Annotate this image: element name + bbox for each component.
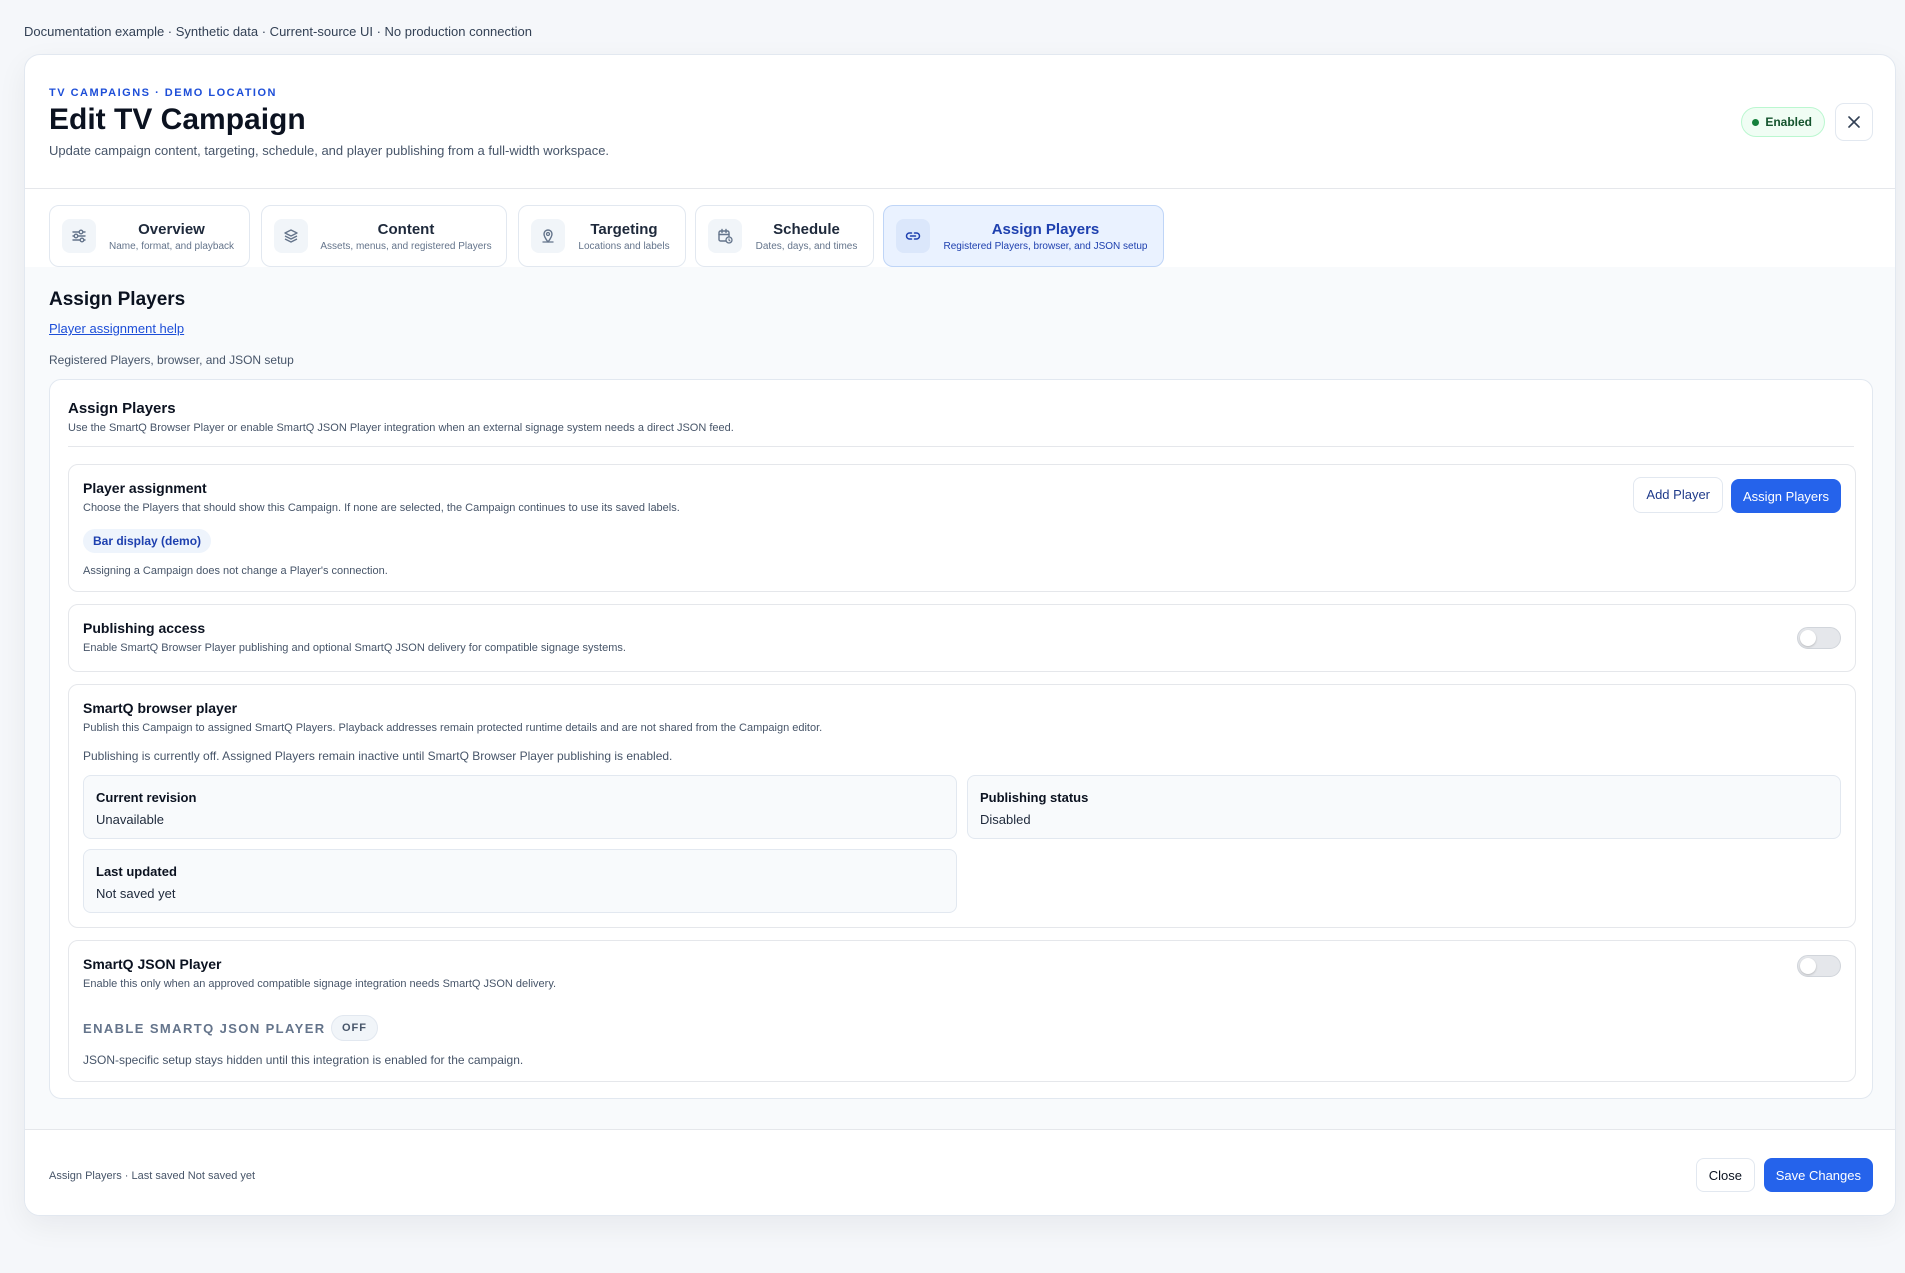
tab-assign-players-label: Assign Players <box>991 220 1100 238</box>
add-player-button[interactable]: Add Player <box>1633 477 1723 513</box>
layers-icon <box>284 229 298 243</box>
footer-save-status: Assign Players · Last saved Not saved ye… <box>49 1170 256 1182</box>
section-description: Registered Players, browser, and JSON se… <box>49 353 294 367</box>
status-dot-icon <box>1752 118 1760 126</box>
json-player-title: SmartQ JSON Player <box>83 956 222 972</box>
browser-player-notice: Publishing is currently off. Assigned Pl… <box>83 749 673 763</box>
modal-header: TV CAMPAIGNS · DEMO LOCATION Edit TV Cam… <box>25 55 1895 189</box>
assigned-player-chip[interactable]: Bar display (demo) <box>83 529 212 553</box>
link-icon <box>905 232 921 240</box>
edit-campaign-modal: TV CAMPAIGNS · DEMO LOCATION Edit TV Cam… <box>24 54 1896 1216</box>
json-player-note: JSON-specific setup stays hidden until t… <box>83 1053 524 1067</box>
tab-content[interactable]: Content Assets, menus, and registered Pl… <box>261 205 507 267</box>
stat-value: Not saved yet <box>96 886 176 901</box>
publishing-access-desc: Enable SmartQ Browser Player publishing … <box>83 642 626 654</box>
section-title: Assign Players <box>49 289 186 310</box>
stat-label: Publishing status <box>980 790 1089 805</box>
tab-overview-desc: Name, format, and playback <box>108 240 235 252</box>
player-assignment-title: Player assignment <box>83 480 207 496</box>
tab-targeting-desc: Locations and labels <box>578 240 670 252</box>
last-updated-stat: Last updated Not saved yet <box>83 849 957 913</box>
json-player-panel: SmartQ JSON Player Enable this only when… <box>68 940 1856 1082</box>
publishing-access-title: Publishing access <box>83 620 206 636</box>
tab-schedule-label: Schedule <box>773 220 840 238</box>
publishing-access-panel: Publishing access Enable SmartQ Browser … <box>68 604 1856 672</box>
enable-json-player-label: ENABLE SMARTQ JSON PLAYER <box>83 1021 326 1036</box>
current-revision-stat: Current revision Unavailable <box>83 775 957 839</box>
json-player-toggle[interactable] <box>1797 955 1841 977</box>
json-player-desc: Enable this only when an approved compat… <box>83 978 557 990</box>
modal-footer: Assign Players · Last saved Not saved ye… <box>25 1129 1895 1215</box>
calendar-clock-icon <box>718 228 733 244</box>
card-divider <box>68 446 1854 447</box>
card-description: Use the SmartQ Browser Player or enable … <box>68 422 734 434</box>
stat-value: Disabled <box>980 812 1031 827</box>
tab-content-label: Content <box>377 220 435 238</box>
tab-schedule[interactable]: Schedule Dates, days, and times <box>695 205 874 267</box>
tab-targeting[interactable]: Targeting Locations and labels <box>518 205 686 267</box>
stat-label: Current revision <box>96 790 197 805</box>
tab-schedule-desc: Dates, days, and times <box>755 240 858 252</box>
player-assignment-panel: Player assignment Choose the Players tha… <box>68 464 1856 592</box>
close-modal-button[interactable] <box>1835 103 1873 141</box>
toggle-knob <box>1800 630 1816 646</box>
stat-label: Last updated <box>96 864 177 879</box>
publishing-access-toggle[interactable] <box>1797 627 1841 649</box>
browser-player-desc: Publish this Campaign to assigned SmartQ… <box>83 722 823 734</box>
save-changes-button[interactable]: Save Changes <box>1763 1158 1873 1192</box>
page-title: Edit TV Campaign <box>49 103 306 136</box>
json-player-state-pill: OFF <box>331 1015 378 1041</box>
tab-content-desc: Assets, menus, and registered Players <box>320 240 492 252</box>
tab-overview-label: Overview <box>138 220 205 238</box>
location-pin-icon <box>542 229 554 243</box>
sliders-icon <box>72 229 86 243</box>
publishing-status-stat: Publishing status Disabled <box>967 775 1841 839</box>
status-badge: Enabled <box>1741 107 1825 137</box>
player-assignment-help-link[interactable]: Player assignment help <box>49 321 184 336</box>
toggle-knob <box>1800 958 1816 974</box>
tab-panel-assign-players: Assign Players Player assignment help Re… <box>25 267 1895 1129</box>
player-assignment-note: Assigning a Campaign does not change a P… <box>83 565 388 577</box>
tab-targeting-label: Targeting <box>590 220 658 238</box>
browser-player-title: SmartQ browser player <box>83 700 238 716</box>
browser-player-panel: SmartQ browser player Publish this Campa… <box>68 684 1856 928</box>
close-icon <box>1848 116 1860 128</box>
assign-players-button[interactable]: Assign Players <box>1731 479 1841 513</box>
stat-value: Unavailable <box>96 812 164 827</box>
footer-close-button[interactable]: Close <box>1695 1158 1755 1192</box>
tab-overview[interactable]: Overview Name, format, and playback <box>49 205 250 267</box>
tab-assign-players[interactable]: Assign Players Registered Players, brows… <box>883 205 1164 267</box>
card-title: Assign Players <box>68 400 176 417</box>
player-assignment-desc: Choose the Players that should show this… <box>83 502 680 514</box>
breadcrumb-eyebrow: TV CAMPAIGNS · DEMO LOCATION <box>49 87 277 99</box>
tab-assign-players-desc: Registered Players, browser, and JSON se… <box>943 240 1148 252</box>
page-subtitle: Update campaign content, targeting, sche… <box>49 143 610 158</box>
documentation-note: Documentation example · Synthetic data ·… <box>24 24 532 39</box>
assign-players-card: Assign Players Use the SmartQ Browser Pl… <box>49 379 1873 1099</box>
status-badge-label: Enabled <box>1765 115 1812 129</box>
campaign-tabs: Overview Name, format, and playback Cont… <box>25 189 1895 267</box>
